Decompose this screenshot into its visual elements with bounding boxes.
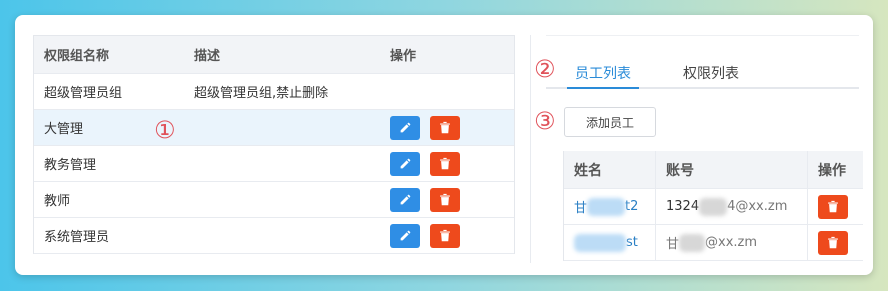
column-header-description: 描述	[194, 49, 221, 64]
table-row[interactable]: 系统管理员	[34, 218, 514, 254]
group-name: 系统管理员	[44, 230, 110, 245]
redaction-blur	[679, 233, 706, 252]
employee-name-suffix[interactable]: t2	[625, 199, 638, 214]
redaction-blur	[699, 197, 728, 216]
tab-employee-list[interactable]: 员工列表	[567, 63, 639, 89]
trash-icon	[828, 236, 838, 249]
column-header-account: 账号	[656, 151, 808, 188]
edit-button[interactable]	[390, 151, 420, 176]
employee-account: 1324 4@xx.zm	[656, 189, 808, 224]
panel-top-border	[546, 35, 859, 36]
annotation-marker-2: ②	[534, 55, 556, 83]
delete-button[interactable]	[430, 115, 460, 140]
trash-icon	[440, 193, 450, 206]
table-row[interactable]: 甘 t2 1324 4@xx.zm	[564, 189, 863, 225]
pencil-icon	[400, 158, 410, 169]
trash-icon	[828, 200, 838, 213]
pencil-icon	[400, 230, 410, 241]
group-name: 教务管理	[44, 158, 97, 173]
row-actions	[380, 187, 514, 212]
redaction-blur	[587, 197, 626, 216]
edit-button[interactable]	[390, 187, 420, 212]
delete-button[interactable]	[430, 187, 460, 212]
redaction-blur	[574, 233, 626, 252]
row-actions	[380, 115, 514, 140]
add-employee-button[interactable]: 添加员工	[564, 107, 656, 137]
employee-name[interactable]: st	[564, 225, 656, 260]
employee-name-prefix[interactable]: 甘	[574, 197, 587, 216]
employee-name-suffix[interactable]: st	[626, 235, 638, 250]
main-card: 权限组名称 描述 操作 超级管理员组 超级管理员组,禁止删除 大管理 教务管理	[15, 15, 873, 275]
table-row-selected[interactable]: 大管理	[34, 110, 514, 146]
panel-tabs: 员工列表 权限列表	[546, 63, 859, 89]
row-actions	[808, 225, 863, 260]
group-name: 超级管理员组	[44, 86, 123, 101]
table-row[interactable]: st 甘 @xx.zm	[564, 225, 863, 261]
trash-icon	[440, 121, 450, 134]
table-header: 姓名 账号 操作	[564, 151, 863, 189]
row-actions	[380, 151, 514, 176]
trash-icon	[440, 229, 450, 242]
employee-name[interactable]: 甘 t2	[564, 189, 656, 224]
column-header-name: 姓名	[564, 151, 656, 188]
edit-button[interactable]	[390, 223, 420, 248]
employee-account: 甘 @xx.zm	[656, 225, 808, 260]
group-description: 超级管理员组,禁止删除	[194, 86, 329, 101]
trash-icon	[440, 157, 450, 170]
delete-button[interactable]	[818, 194, 848, 219]
pencil-icon	[400, 122, 410, 133]
delete-button[interactable]	[430, 151, 460, 176]
group-name: 教师	[44, 194, 71, 209]
delete-button[interactable]	[818, 230, 848, 255]
pencil-icon	[400, 194, 410, 205]
table-row[interactable]: 教师	[34, 182, 514, 218]
account-suffix: 4@xx.zm	[727, 199, 788, 214]
employee-table: 姓名 账号 操作 甘 t2 1324 4@xx.zm st 甘 @xx.zm	[563, 151, 863, 261]
annotation-marker-1: ①	[154, 116, 176, 144]
table-header: 权限组名称 描述 操作	[34, 36, 514, 74]
permission-group-table: 权限组名称 描述 操作 超级管理员组 超级管理员组,禁止删除 大管理 教务管理	[33, 35, 515, 254]
annotation-marker-3: ③	[534, 107, 556, 135]
column-header-actions: 操作	[818, 162, 846, 179]
account-prefix: 甘	[666, 237, 680, 252]
column-header-group-name: 权限组名称	[44, 49, 110, 64]
row-actions	[380, 223, 514, 248]
edit-button[interactable]	[390, 115, 420, 140]
panel-divider	[530, 35, 531, 263]
row-actions	[808, 189, 863, 224]
account-prefix: 1324	[666, 199, 700, 214]
table-row[interactable]: 教务管理	[34, 146, 514, 182]
tab-permission-list[interactable]: 权限列表	[683, 63, 739, 89]
table-row[interactable]: 超级管理员组 超级管理员组,禁止删除	[34, 74, 514, 110]
account-suffix: @xx.zm	[705, 235, 758, 250]
delete-button[interactable]	[430, 223, 460, 248]
column-header-actions: 操作	[390, 49, 417, 64]
